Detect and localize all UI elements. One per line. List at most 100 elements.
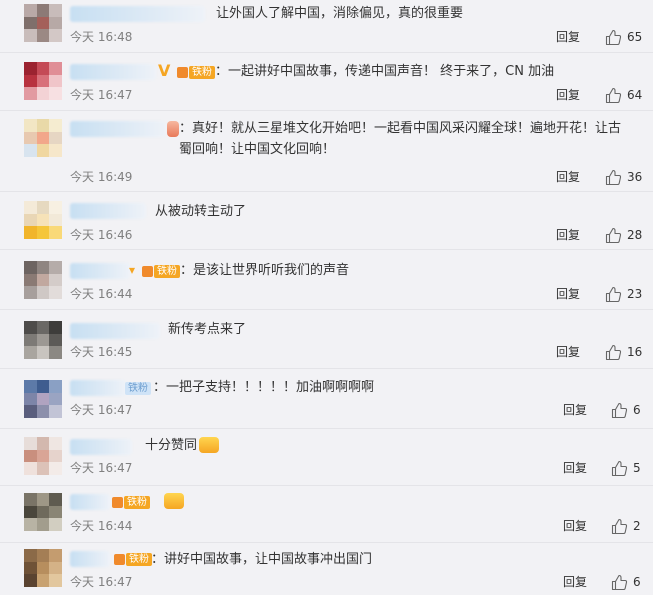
fan-badge-label: 铁粉: [124, 495, 150, 509]
like-count: 16: [627, 345, 643, 359]
like-count: 6: [633, 403, 641, 417]
thumbs-up-icon: [611, 574, 628, 590]
user-avatar[interactable]: [24, 493, 62, 531]
comment-time: 今天 16:48: [70, 30, 133, 44]
comment-item: 铁粉 ：讲好中国故事，让中国故事冲出国门 今天 16:47 回复 6: [0, 543, 653, 595]
username-blurred[interactable]: [70, 64, 156, 80]
like-count: 5: [633, 461, 641, 475]
comment-text: ：是该让世界听听我们的声音: [180, 263, 350, 278]
comment-item: 十分赞同 今天 16:47 回复 5: [0, 429, 653, 485]
fan-badge: 铁粉: [112, 494, 150, 510]
reply-button[interactable]: 回复: [563, 460, 587, 476]
user-avatar[interactable]: [24, 261, 62, 299]
comment-feed: 让外国人了解中国，消除偏见，真的很重要 今天 16:48 回复 65 V 铁粉 …: [0, 0, 653, 595]
like-button[interactable]: 36: [605, 168, 642, 186]
username-blurred[interactable]: [70, 203, 146, 219]
fan-badge: 铁粉: [142, 263, 180, 279]
comment-time: 今天 16:47: [70, 575, 133, 589]
thumbs-up-icon: [605, 344, 622, 360]
comment-time: 今天 16:49: [70, 170, 133, 184]
like-count: 65: [627, 30, 643, 44]
comment-item: 让外国人了解中国，消除偏见，真的很重要 今天 16:48 回复 65: [0, 0, 653, 52]
reply-button[interactable]: 回复: [556, 169, 580, 185]
emoji-sticker-icon: [199, 437, 219, 453]
comment-item: 从被动转主动了 今天 16:46 回复 28: [0, 192, 653, 249]
username-blurred[interactable]: [70, 551, 110, 567]
like-button[interactable]: 65: [605, 28, 642, 46]
username-blurred[interactable]: [70, 6, 205, 22]
like-count: 6: [633, 575, 641, 589]
like-count: 23: [627, 287, 643, 301]
user-avatar[interactable]: [24, 437, 62, 475]
fan-badge: 铁粉: [177, 64, 215, 80]
like-button[interactable]: 23: [605, 285, 642, 303]
like-count: 28: [627, 228, 643, 242]
username-blurred[interactable]: [70, 439, 132, 455]
comment-time: 今天 16:44: [70, 287, 133, 301]
fan-badge-icon: [177, 66, 188, 78]
like-button[interactable]: 6: [611, 573, 641, 591]
comment-item: 铁粉 ：一把子支持！！！！！加油啊啊啊啊 今天 16:47 回复 6: [0, 369, 653, 428]
emoji-sticker-icon: [167, 121, 179, 137]
thumbs-up-icon: [611, 402, 628, 418]
reply-button[interactable]: 回复: [556, 227, 580, 243]
comment-time: 今天 16:46: [70, 228, 133, 242]
thumbs-up-icon: [605, 286, 622, 302]
comment-text: 十分赞同: [145, 438, 198, 453]
like-button[interactable]: 16: [605, 343, 642, 361]
fan-badge-icon: [112, 496, 123, 508]
user-avatar[interactable]: [24, 4, 62, 42]
user-avatar[interactable]: [24, 380, 62, 418]
comment-item: 铁粉 今天 16:44 回复 2: [0, 486, 653, 542]
user-avatar[interactable]: [24, 321, 62, 359]
reply-button[interactable]: 回复: [556, 87, 580, 103]
reply-button[interactable]: 回复: [563, 518, 587, 534]
fan-badge: 铁粉: [125, 380, 151, 396]
comment-time: 今天 16:47: [70, 461, 133, 475]
like-button[interactable]: 2: [611, 517, 641, 535]
like-count: 64: [627, 88, 643, 102]
username-blurred[interactable]: [70, 121, 166, 137]
user-avatar[interactable]: [24, 201, 62, 239]
reply-button[interactable]: 回复: [563, 574, 587, 590]
comment-item: 新传考点来了 今天 16:45 回复 16: [0, 310, 653, 368]
emoji-sticker-icon: [164, 493, 184, 509]
comment-text: 从被动转主动了: [155, 204, 247, 219]
reply-button[interactable]: 回复: [556, 29, 580, 45]
user-avatar[interactable]: [24, 549, 62, 587]
thumbs-up-icon: [611, 518, 628, 534]
user-avatar[interactable]: [24, 62, 62, 100]
like-count: 36: [627, 170, 643, 184]
thumbs-up-icon: [605, 227, 622, 243]
comment-item: ▾ 铁粉 ：是该让世界听听我们的声音 今天 16:44 回复 23: [0, 250, 653, 309]
like-button[interactable]: 5: [611, 459, 641, 477]
comment-text: ：真好！就从三星堆文化开始吧！一起看中国风采闪耀全球！遍地开花！让古 蜀回响！让…: [179, 121, 622, 157]
reply-button[interactable]: 回复: [556, 286, 580, 302]
comment-time: 今天 16:44: [70, 519, 133, 533]
reply-button[interactable]: 回复: [556, 344, 580, 360]
like-button[interactable]: 6: [611, 401, 641, 419]
reply-button[interactable]: 回复: [563, 402, 587, 418]
like-button[interactable]: 28: [605, 226, 642, 244]
like-button[interactable]: 64: [605, 86, 642, 104]
comment-item: V 铁粉 ：一起讲好中国故事，传递中国声音！ 终于来了，CN 加油 今天 16:…: [0, 53, 653, 110]
comment-text: ：一把子支持！！！！！加油啊啊啊啊: [153, 380, 375, 395]
comment-text: ：一起讲好中国故事，传递中国声音！ 终于来了，CN 加油: [215, 64, 555, 79]
thumbs-up-icon: [605, 169, 622, 185]
comment-item: ：真好！就从三星堆文化开始吧！一起看中国风采闪耀全球！遍地开花！让古 蜀回响！让…: [0, 111, 653, 191]
username-blurred[interactable]: [70, 323, 160, 339]
comment-text: ：讲好中国故事，让中国故事冲出国门: [151, 552, 373, 567]
username-blurred[interactable]: [70, 263, 130, 279]
comment-time: 今天 16:47: [70, 88, 133, 102]
comment-text: 新传考点来了: [168, 322, 247, 337]
like-count: 2: [633, 519, 641, 533]
user-avatar[interactable]: [24, 119, 62, 157]
fan-badge-icon: [142, 265, 153, 277]
username-blurred[interactable]: [70, 494, 110, 510]
verified-icon: V: [158, 61, 171, 80]
comment-text: 让外国人了解中国，消除偏见，真的很重要: [216, 6, 464, 21]
comment-time: 今天 16:47: [70, 403, 133, 417]
fan-badge-label: 铁粉: [189, 65, 215, 79]
fan-badge-label: 铁粉: [126, 552, 152, 566]
username-blurred[interactable]: [70, 380, 126, 396]
